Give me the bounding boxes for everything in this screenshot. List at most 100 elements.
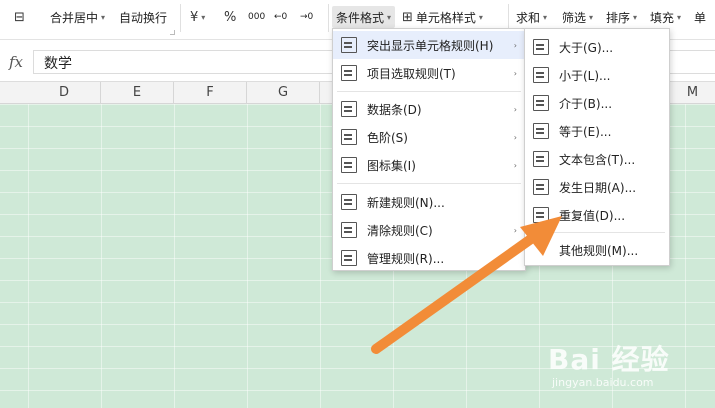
filter-button[interactable]: 筛选 ▾ bbox=[562, 6, 593, 28]
cell-style-button[interactable]: ⊞ 单元格样式 ▾ bbox=[402, 6, 483, 28]
chevron-right-icon: › bbox=[513, 160, 517, 170]
decimal-decrease-icon: →0 bbox=[300, 12, 314, 22]
top-bottom-icon bbox=[341, 65, 357, 81]
menu-item-label: 发生日期(A)... bbox=[559, 180, 637, 195]
color-scales-icon bbox=[341, 129, 357, 145]
date-occurring-icon bbox=[533, 179, 549, 195]
submenu-item-equal-to[interactable]: 等于(E)... bbox=[525, 117, 669, 145]
formula-value: 数学 bbox=[44, 56, 72, 72]
cell-style-icon: ⊞ bbox=[402, 9, 413, 25]
menu-item-label: 新建规则(N)... bbox=[367, 195, 445, 210]
menu-item-top-bottom-rules[interactable]: 项目选取规则(T) › bbox=[333, 59, 525, 87]
watermark-url: jingyan.baidu.com bbox=[552, 376, 654, 389]
cell-style-label: 单元格样式 bbox=[415, 10, 476, 25]
submenu-item-text-contains[interactable]: 文本包含(T)... bbox=[525, 145, 669, 173]
menu-item-label: 清除规则(C) bbox=[367, 223, 433, 238]
sort-button[interactable]: 排序 ▾ bbox=[606, 6, 637, 28]
menu-item-icon-sets[interactable]: 图标集(I) › bbox=[333, 151, 525, 179]
decimal-increase-icon: ←0 bbox=[274, 12, 288, 22]
menu-item-new-rule[interactable]: 新建规则(N)... bbox=[333, 188, 525, 216]
manage-rules-icon bbox=[341, 250, 357, 266]
column-header-g[interactable]: G bbox=[247, 82, 320, 104]
chevron-right-icon: › bbox=[513, 68, 517, 78]
menu-item-highlight-rules[interactable]: 突出显示单元格规则(H) › bbox=[333, 31, 525, 59]
percent-button[interactable]: % bbox=[224, 6, 236, 28]
menu-item-label: 大于(G)... bbox=[559, 40, 614, 55]
menu-item-label: 色阶(S) bbox=[367, 130, 408, 145]
submenu-item-more-rules[interactable]: 其他规则(M)... bbox=[525, 236, 669, 264]
chevron-right-icon: › bbox=[513, 225, 517, 235]
menu-item-label: 小于(L)... bbox=[559, 68, 611, 83]
duplicate-values-icon bbox=[533, 207, 549, 223]
more-button[interactable]: 单 bbox=[694, 6, 706, 28]
submenu-item-duplicate-values[interactable]: 重复值(D)... bbox=[525, 201, 669, 229]
sort-label: 排序 bbox=[606, 10, 631, 25]
menu-item-label: 突出显示单元格规则(H) bbox=[367, 38, 494, 53]
fill-button[interactable]: 填充 ▾ bbox=[650, 6, 681, 28]
conditional-format-button[interactable]: 条件格式 ▾ bbox=[332, 6, 396, 28]
menu-item-label: 重复值(D)... bbox=[559, 208, 626, 223]
chevron-down-icon: ▾ bbox=[633, 12, 638, 22]
decimal-decrease-button[interactable]: →0 bbox=[300, 6, 313, 28]
merge-center-button[interactable]: 合并居中 ▾ bbox=[50, 6, 105, 28]
menu-item-color-scales[interactable]: 色阶(S) › bbox=[333, 123, 525, 151]
chevron-down-icon: ▾ bbox=[543, 12, 548, 22]
icon-sets-icon bbox=[341, 157, 357, 173]
column-header-m[interactable]: M bbox=[670, 82, 715, 104]
conditional-format-menu: 突出显示单元格规则(H) › 项目选取规则(T) › 数据条(D) › 色阶(S… bbox=[332, 28, 526, 271]
divider bbox=[328, 4, 329, 32]
equal-to-icon bbox=[533, 123, 549, 139]
menu-item-label: 项目选取规则(T) bbox=[367, 66, 456, 81]
more-label: 单 bbox=[694, 10, 707, 25]
divider bbox=[529, 232, 665, 233]
chevron-down-icon: ▾ bbox=[101, 12, 106, 22]
menu-item-label: 等于(E)... bbox=[559, 124, 612, 139]
thousands-button[interactable]: 000 bbox=[248, 6, 265, 28]
new-rule-icon bbox=[341, 194, 357, 210]
conditional-format-label: 条件格式 bbox=[336, 10, 385, 25]
menu-item-clear-rules[interactable]: 清除规则(C) › bbox=[333, 216, 525, 244]
column-header-e[interactable]: E bbox=[101, 82, 174, 104]
sum-button[interactable]: 求和 ▾ bbox=[516, 6, 547, 28]
data-bars-icon bbox=[341, 101, 357, 117]
clear-rules-icon bbox=[341, 222, 357, 238]
menu-item-label: 介于(B)... bbox=[559, 96, 613, 111]
less-than-icon bbox=[533, 67, 549, 83]
menu-item-manage-rules[interactable]: 管理规则(R)... bbox=[333, 244, 525, 272]
submenu-item-date-occurring[interactable]: 发生日期(A)... bbox=[525, 173, 669, 201]
currency-button[interactable]: ¥ ▾ bbox=[190, 6, 205, 28]
group-launcher-icon[interactable] bbox=[170, 30, 175, 35]
thousands-icon: 000 bbox=[248, 12, 266, 22]
chevron-right-icon: › bbox=[513, 40, 517, 50]
between-icon bbox=[533, 95, 549, 111]
auto-wrap-button[interactable]: 自动换行 bbox=[119, 6, 167, 28]
chevron-down-icon: ▾ bbox=[201, 12, 206, 22]
merge-center-label: 合并居中 bbox=[50, 10, 99, 25]
chevron-down-icon: ▾ bbox=[478, 12, 483, 22]
column-header-d[interactable]: D bbox=[28, 82, 101, 104]
fill-label: 填充 bbox=[650, 10, 675, 25]
fx-icon[interactable]: fx bbox=[9, 53, 23, 71]
menu-item-label: 管理规则(R)... bbox=[367, 251, 445, 266]
menu-item-data-bars[interactable]: 数据条(D) › bbox=[333, 95, 525, 123]
sum-label: 求和 bbox=[516, 10, 541, 25]
menu-item-label: 数据条(D) bbox=[367, 102, 422, 117]
submenu-item-less-than[interactable]: 小于(L)... bbox=[525, 61, 669, 89]
menu-item-label: 图标集(I) bbox=[367, 158, 416, 173]
filter-label: 筛选 bbox=[562, 10, 587, 25]
divider bbox=[337, 183, 521, 184]
align-icon: ⊟ bbox=[14, 9, 25, 25]
text-contains-icon bbox=[533, 151, 549, 167]
menu-item-label: 文本包含(T)... bbox=[559, 152, 636, 167]
highlight-rules-submenu: 大于(G)... 小于(L)... 介于(B)... 等于(E)... 文本包含… bbox=[524, 28, 670, 266]
column-header-f[interactable]: F bbox=[174, 82, 247, 104]
submenu-item-between[interactable]: 介于(B)... bbox=[525, 89, 669, 117]
auto-wrap-label: 自动换行 bbox=[119, 10, 168, 25]
greater-than-icon bbox=[533, 39, 549, 55]
percent-icon: % bbox=[224, 9, 237, 25]
align-distribute-button[interactable]: ⊟ bbox=[14, 6, 25, 28]
submenu-item-greater-than[interactable]: 大于(G)... bbox=[525, 33, 669, 61]
highlight-rules-icon bbox=[341, 37, 357, 53]
chevron-down-icon: ▾ bbox=[387, 12, 392, 22]
decimal-increase-button[interactable]: ←0 bbox=[274, 6, 287, 28]
